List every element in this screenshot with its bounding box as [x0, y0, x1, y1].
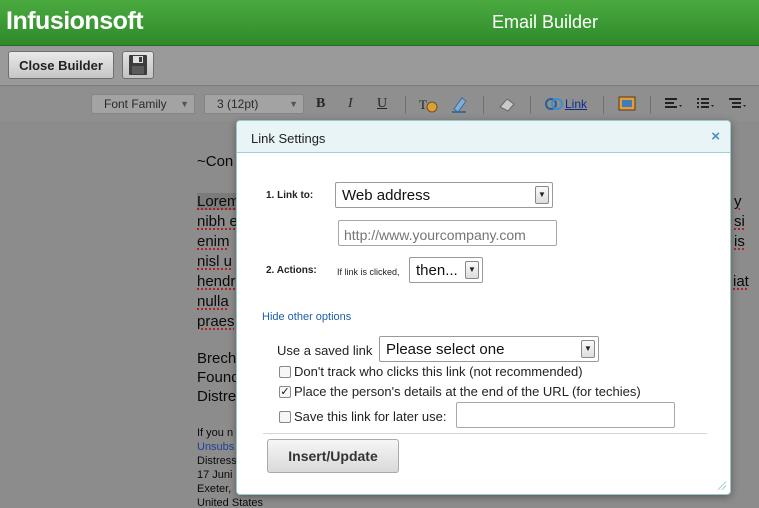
eraser-icon[interactable] [497, 95, 517, 113]
bold-button[interactable]: B [316, 96, 325, 112]
text-color-icon[interactable]: T [418, 95, 440, 115]
chevron-down-icon: ▼ [180, 99, 189, 109]
font-size-select[interactable]: 3 (12pt) ▼ [204, 94, 304, 114]
app-title: Email Builder [492, 12, 599, 32]
doc-line: nibh e [197, 213, 238, 230]
image-icon[interactable] [618, 96, 636, 112]
then-select[interactable]: then... ▼ [409, 257, 483, 283]
resize-handle-icon[interactable] [716, 480, 726, 490]
unsubscribe-link[interactable]: Unsubs [197, 441, 234, 453]
doc-line: ~Con [197, 153, 234, 170]
doc-line: nisl u [197, 253, 233, 270]
doc-line: praes [197, 313, 235, 330]
place-details-checkbox[interactable]: ✓ [279, 386, 291, 398]
link-button[interactable]: Link [565, 97, 587, 111]
toolbar-divider [650, 96, 651, 114]
dont-track-label: Don't track who clicks this link (not re… [294, 364, 583, 379]
if-clicked-label: If link is clicked, [337, 267, 400, 277]
toolbar-divider [405, 96, 406, 114]
doc-line: enim [197, 233, 230, 250]
place-details-label: Place the person's details at the end of… [294, 384, 641, 399]
chevron-down-icon: ▼ [289, 99, 298, 109]
footer-line: Distress [197, 455, 237, 467]
doc-line: Lorem [197, 193, 240, 210]
saved-link-select[interactable]: Please select one ▼ [379, 336, 599, 362]
close-icon[interactable]: × [711, 128, 720, 145]
dialog-divider [263, 433, 707, 434]
link-settings-dialog: Link Settings × 1. Link to: Web address … [236, 120, 731, 495]
close-builder-button[interactable]: Close Builder [8, 51, 114, 79]
toolbar-divider [603, 96, 604, 114]
dont-track-checkbox[interactable] [279, 366, 291, 378]
align-left-icon[interactable] [664, 96, 684, 112]
hide-options-link[interactable]: Hide other options [262, 311, 351, 323]
app-logo: Infusionsoft [6, 7, 144, 35]
link-to-select[interactable]: Web address ▼ [335, 182, 553, 208]
svg-text:T: T [419, 97, 427, 112]
bullet-list-icon[interactable] [696, 96, 716, 112]
dropdown-arrow-icon: ▼ [465, 261, 479, 279]
doc-line: hendr [197, 273, 236, 290]
then-value: then... [416, 262, 458, 279]
font-size-value: 3 (12pt) [217, 97, 259, 111]
dialog-header: Link Settings × [237, 121, 730, 153]
footer-line: United States [197, 497, 264, 508]
signature-line: Brech [197, 350, 237, 367]
signature-line: Found [197, 369, 240, 386]
doc-fragment: si [734, 213, 745, 230]
doc-fragment: iat [733, 273, 749, 290]
dropdown-arrow-icon: ▼ [581, 340, 595, 358]
floppy-disk-icon [129, 55, 147, 75]
saved-link-value: Please select one [386, 341, 505, 358]
save-link-checkbox[interactable] [279, 411, 291, 423]
underline-button[interactable]: U [377, 96, 387, 112]
footer-line: If you n [197, 427, 234, 439]
doc-fragment: is [734, 233, 745, 250]
actions-label: 2. Actions: [266, 265, 317, 276]
toolbar-divider [483, 96, 484, 114]
link-icon[interactable] [544, 95, 564, 113]
font-family-select[interactable]: Font Family ▼ [91, 94, 195, 114]
save-link-name-input[interactable] [456, 402, 675, 428]
save-button[interactable] [122, 51, 154, 79]
footer-line: 17 Juni [197, 469, 233, 481]
highlight-icon[interactable] [450, 94, 470, 114]
doc-fragment: y [734, 193, 742, 210]
italic-button[interactable]: I [348, 96, 353, 112]
font-family-value: Font Family [104, 97, 167, 111]
saved-link-label: Use a saved link [277, 343, 373, 358]
link-to-value: Web address [342, 187, 431, 204]
dialog-title: Link Settings [251, 131, 326, 146]
doc-line: nulla [197, 293, 229, 310]
save-link-label: Save this link for later use: [294, 409, 447, 424]
app-header: Infusionsoft Email Builder [0, 0, 759, 46]
url-input[interactable] [338, 220, 557, 246]
dropdown-arrow-icon: ▼ [535, 186, 549, 204]
builder-bar: Close Builder [0, 46, 759, 86]
indent-icon[interactable] [728, 96, 748, 112]
footer-line: Exeter, [197, 483, 232, 495]
toolbar-divider [530, 96, 531, 114]
signature-line: Distre [197, 388, 237, 405]
insert-update-button[interactable]: Insert/Update [267, 439, 399, 473]
link-to-label: 1. Link to: [266, 190, 314, 201]
format-toolbar: Font Family ▼ 3 (12pt) ▼ B I U T Link [0, 87, 759, 121]
